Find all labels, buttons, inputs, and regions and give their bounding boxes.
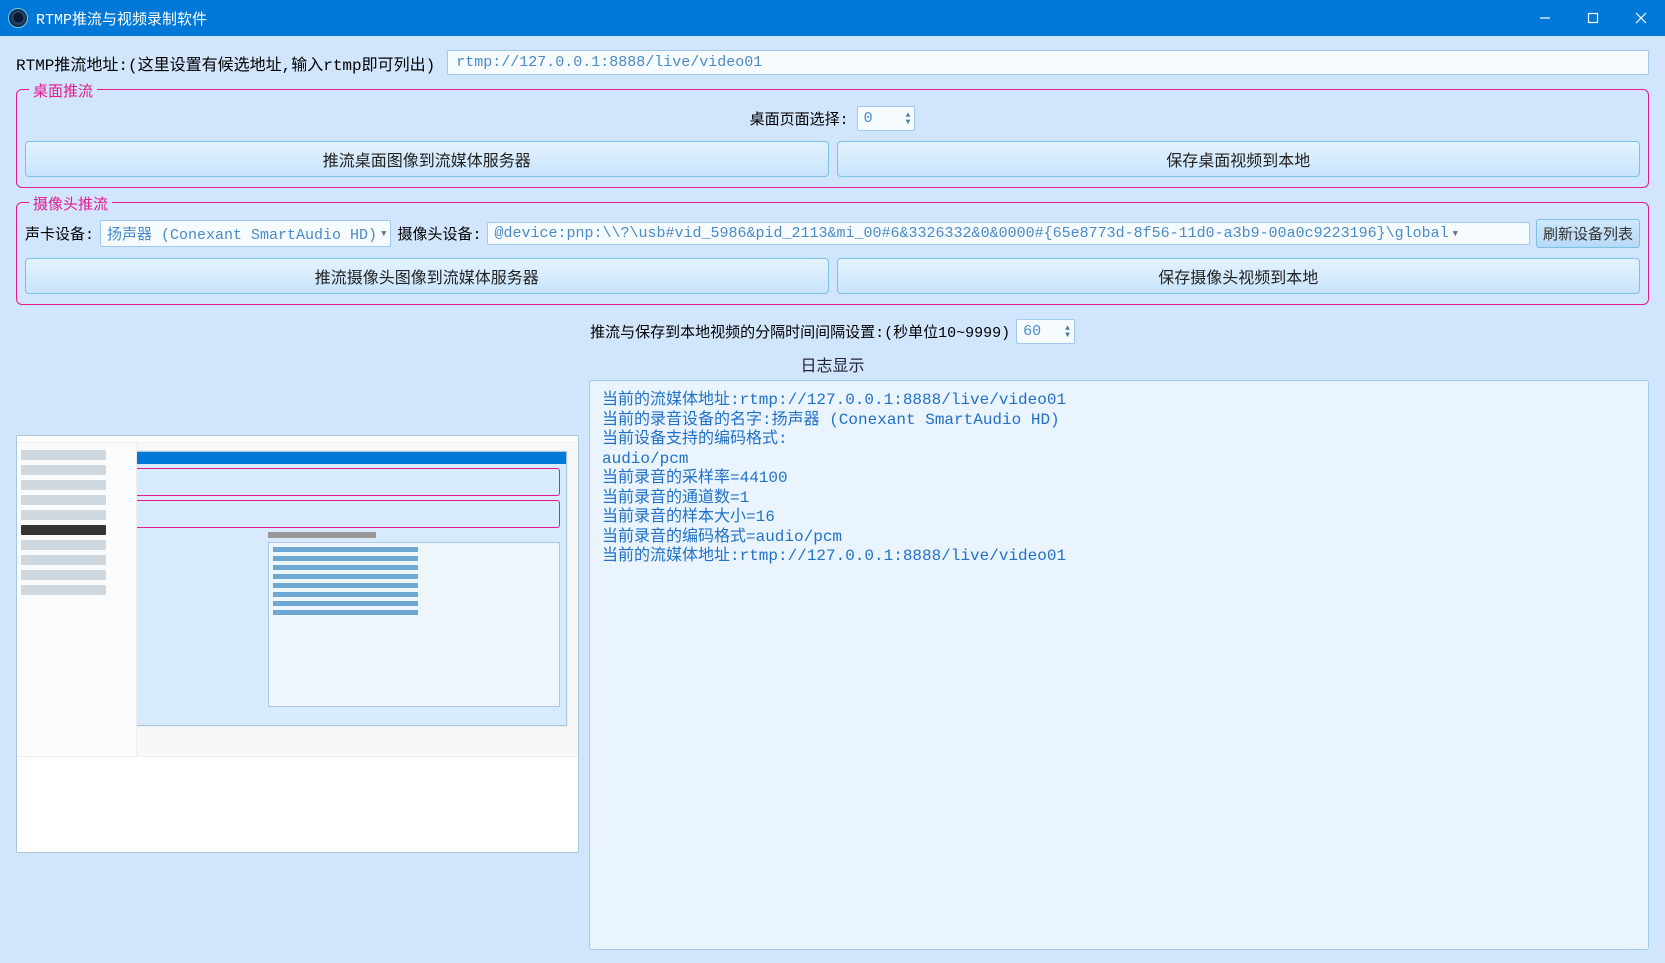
minimize-button[interactable]: [1521, 0, 1569, 36]
audio-device-combo[interactable]: 扬声器 (Conexant SmartAudio HD) ▼: [100, 220, 391, 247]
spinner-down-icon[interactable]: ▼: [1065, 332, 1070, 339]
save-camera-button[interactable]: 保存摄像头视频到本地: [837, 258, 1641, 294]
camera-stream-group: 摄像头推流 声卡设备: 扬声器 (Conexant SmartAudio HD)…: [16, 202, 1649, 305]
camera-legend: 摄像头推流: [29, 193, 112, 214]
camera-device-label: 摄像头设备:: [397, 223, 481, 244]
desktop-stream-group: 桌面推流 桌面页面选择: ▲▼ 推流桌面图像到流媒体服务器 保存桌面视频到本地: [16, 89, 1649, 188]
title-bar: RTMP推流与视频录制软件: [0, 0, 1665, 36]
chevron-down-icon: ▼: [381, 229, 386, 239]
spinner-down-icon[interactable]: ▼: [906, 119, 911, 126]
desktop-page-label: 桌面页面选择:: [750, 108, 849, 129]
audio-device-value: 扬声器 (Conexant SmartAudio HD): [107, 223, 377, 244]
audio-device-label: 声卡设备:: [25, 223, 94, 244]
log-output[interactable]: 当前的流媒体地址:rtmp://127.0.0.1:8888/live/vide…: [589, 380, 1649, 950]
camera-device-value: @device:pnp:\\?\usb#vid_5986&pid_2113&mi…: [494, 225, 1448, 242]
desktop-page-value[interactable]: [858, 107, 906, 130]
close-button[interactable]: [1617, 0, 1665, 36]
app-icon: [8, 8, 28, 28]
rtmp-address-label: RTMP推流地址:(这里设置有候选地址,输入rtmp即可列出): [16, 51, 435, 75]
push-camera-button[interactable]: 推流摄像头图像到流媒体服务器: [25, 258, 829, 294]
rtmp-address-input[interactable]: [447, 50, 1649, 75]
desktop-page-spinner[interactable]: ▲▼: [857, 106, 916, 131]
interval-label: 推流与保存到本地视频的分隔时间间隔设置:(秒单位10~9999): [590, 321, 1010, 342]
window-title: RTMP推流与视频录制软件: [36, 7, 1521, 29]
desktop-legend: 桌面推流: [29, 80, 97, 101]
chevron-down-icon: ▼: [1453, 229, 1458, 239]
push-desktop-button[interactable]: 推流桌面图像到流媒体服务器: [25, 141, 829, 177]
maximize-button[interactable]: [1569, 0, 1617, 36]
save-desktop-button[interactable]: 保存桌面视频到本地: [837, 141, 1641, 177]
camera-device-combo[interactable]: @device:pnp:\\?\usb#vid_5986&pid_2113&mi…: [487, 222, 1530, 245]
interval-spinner[interactable]: ▲▼: [1016, 319, 1075, 344]
preview-panel: [16, 435, 579, 853]
interval-value[interactable]: [1017, 320, 1065, 343]
refresh-devices-button[interactable]: 刷新设备列表: [1536, 219, 1640, 248]
log-header: 日志显示: [16, 352, 1649, 376]
